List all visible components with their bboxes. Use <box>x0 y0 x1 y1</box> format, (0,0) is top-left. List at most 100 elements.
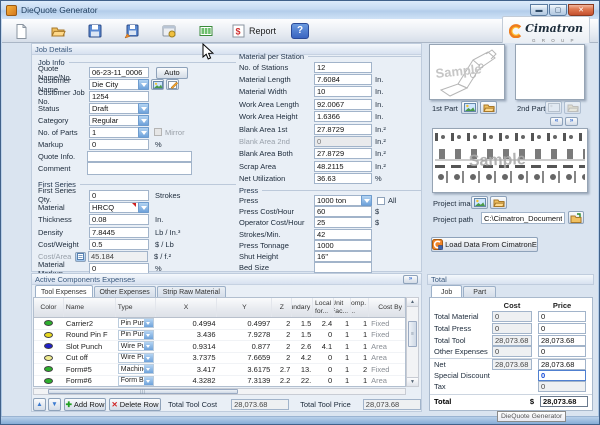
second-part-open-button[interactable] <box>564 101 581 114</box>
table-row[interactable]: Form#6 Form Ba 4.3282 7.3139 2.2 22. 0 1… <box>34 376 405 388</box>
chevron-down-icon[interactable] <box>138 103 149 114</box>
price-field[interactable]: 0 <box>538 381 586 392</box>
table-row[interactable]: Round Pin F Pin Punc 3.436 7.9278 2 1.5 … <box>34 330 405 342</box>
chevron-down-icon[interactable] <box>138 127 149 138</box>
type-select[interactable]: Pin Punc <box>118 318 154 328</box>
load-data-button[interactable]: Load Data From CimatronE <box>431 237 538 252</box>
thickness-input[interactable] <box>89 214 149 225</box>
col-type[interactable]: Type <box>116 298 156 317</box>
save-button[interactable] <box>84 21 106 41</box>
field-input[interactable] <box>314 136 372 147</box>
scrollbar-thumb[interactable]: ||| <box>48 389 238 394</box>
type-select[interactable]: Machine <box>118 364 154 374</box>
strip-preview[interactable]: Sample <box>432 128 588 193</box>
press-select[interactable]: 1000 ton <box>314 195 372 206</box>
color-swatch[interactable] <box>44 366 53 372</box>
next-part-button[interactable]: » <box>565 117 578 126</box>
cost-weight-input[interactable] <box>89 239 149 250</box>
help-button[interactable]: ? <box>291 23 309 39</box>
second-part-picture-button[interactable] <box>545 101 562 114</box>
project-path-input[interactable] <box>481 212 565 224</box>
col-y[interactable]: Y <box>217 298 272 317</box>
prev-part-button[interactable]: « <box>550 117 563 126</box>
field-input[interactable] <box>314 86 372 97</box>
first-part-picture-button[interactable] <box>461 101 478 114</box>
chevron-down-icon[interactable] <box>361 195 372 206</box>
first-part-preview[interactable]: Sample <box>429 44 505 100</box>
type-select[interactable]: Wire Pur <box>118 353 154 363</box>
maximize-button[interactable]: ▢ <box>549 4 567 16</box>
vertical-scrollbar[interactable]: ▲ ≡ ▼ <box>406 297 419 387</box>
mirror-checkbox[interactable] <box>154 128 162 136</box>
chevron-down-icon[interactable] <box>144 319 153 327</box>
chevron-down-icon[interactable] <box>144 331 153 339</box>
markup-input[interactable] <box>89 139 149 150</box>
category-select[interactable]: Regular <box>89 115 149 126</box>
color-swatch[interactable] <box>44 343 53 349</box>
press-all-checkbox[interactable] <box>377 197 385 205</box>
col-local[interactable]: Local for... <box>313 298 334 317</box>
delete-row-button[interactable]: ✕Delete Row <box>109 398 161 411</box>
field-input[interactable] <box>314 206 372 217</box>
table-row[interactable]: Slot Punch Wire Pur 0.9314 0.877 2 2.6 4… <box>34 341 405 353</box>
col-boundary[interactable]: Boundary <box>292 298 313 317</box>
status-select[interactable]: Draft <box>89 103 149 114</box>
table-row[interactable]: Form#5 Machine 3.417 3.6175 2.7 13. 0 1 … <box>34 364 405 376</box>
chevron-down-icon[interactable] <box>144 342 153 350</box>
customer-edit-button[interactable] <box>166 79 179 90</box>
col-unit-factor[interactable]: Unit Fac... <box>334 298 351 317</box>
second-part-preview[interactable] <box>515 44 585 100</box>
field-input[interactable] <box>314 161 372 172</box>
field-input[interactable] <box>314 111 372 122</box>
field-input[interactable] <box>314 99 372 110</box>
field-input[interactable] <box>314 262 372 273</box>
comment-input[interactable] <box>87 162 192 175</box>
scrollbar-thumb[interactable]: ≡ <box>408 321 417 347</box>
col-name[interactable]: Name <box>64 298 116 317</box>
auto-button[interactable]: Auto <box>156 67 188 79</box>
price-field[interactable]: 0 <box>538 346 586 357</box>
price-field[interactable]: 0 <box>538 370 586 381</box>
col-color[interactable]: Color <box>34 298 64 317</box>
report-button[interactable]: $ Report <box>232 24 276 38</box>
chevron-down-icon[interactable] <box>144 365 153 373</box>
first-series-qty-input[interactable] <box>89 190 149 201</box>
field-input[interactable] <box>314 62 372 73</box>
add-row-button[interactable]: ✚Add Row <box>64 398 106 411</box>
minimize-button[interactable]: ▬ <box>530 4 548 16</box>
customer-picture-button[interactable] <box>151 79 164 90</box>
color-swatch[interactable] <box>44 355 53 361</box>
field-input[interactable] <box>314 217 372 228</box>
price-field[interactable]: 28,073.68 <box>538 359 586 370</box>
field-input[interactable] <box>314 251 372 262</box>
material-select[interactable]: HRCQ <box>89 202 149 213</box>
save-as-button[interactable] <box>121 21 143 41</box>
chevron-down-icon[interactable] <box>138 202 149 213</box>
field-input[interactable] <box>314 173 372 184</box>
scroll-up-icon[interactable]: ▲ <box>407 298 418 307</box>
table-button[interactable] <box>195 21 217 41</box>
customer-name-select[interactable]: Die City <box>89 79 149 90</box>
price-field[interactable]: 0 <box>538 311 586 322</box>
quote-info-input[interactable] <box>87 151 192 162</box>
customer-job-input[interactable] <box>89 91 149 102</box>
col-comp-factor[interactable]: Comp. F... <box>351 298 369 317</box>
export-button[interactable] <box>158 21 180 41</box>
chevron-down-icon[interactable] <box>144 354 153 362</box>
no-of-parts-select[interactable]: 1 <box>89 127 149 138</box>
col-z[interactable]: Z <box>272 298 292 317</box>
price-field[interactable]: 28,073.68 <box>538 335 586 346</box>
quote-name-input[interactable] <box>89 67 149 78</box>
col-x[interactable]: X <box>156 298 218 317</box>
scroll-down-icon[interactable]: ▼ <box>407 377 418 386</box>
project-image-picture-button[interactable] <box>471 196 488 209</box>
chevron-down-icon[interactable] <box>138 115 149 126</box>
project-image-open-button[interactable] <box>490 196 507 209</box>
type-select[interactable]: Form Ba <box>118 376 154 386</box>
field-input[interactable] <box>314 229 372 240</box>
close-button[interactable]: ✕ <box>568 4 594 16</box>
type-select[interactable]: Wire Pur <box>118 341 154 351</box>
browse-path-button[interactable] <box>568 211 584 224</box>
color-swatch[interactable] <box>44 332 53 338</box>
horizontal-scrollbar[interactable]: ||| <box>33 388 406 395</box>
